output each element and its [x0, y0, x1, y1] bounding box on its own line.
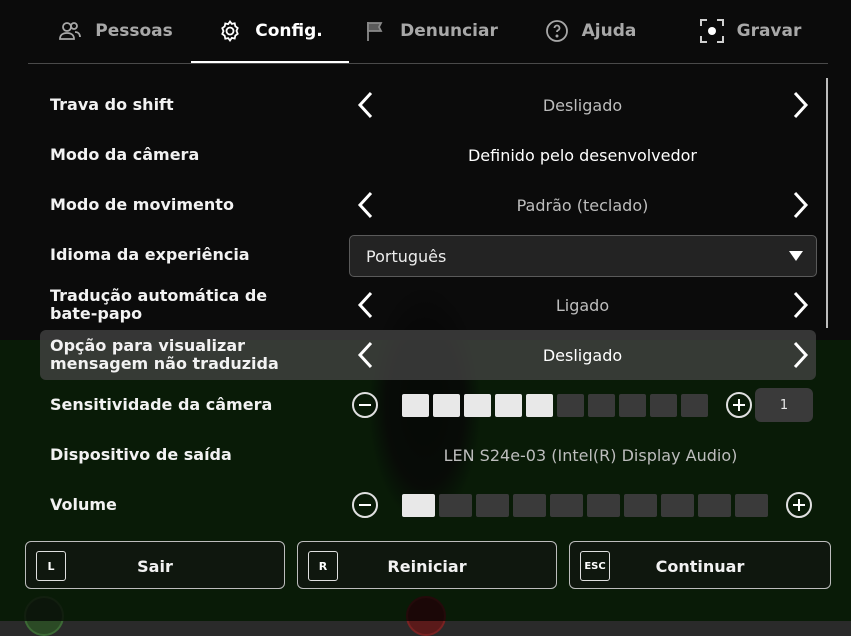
slider-segment[interactable]	[557, 394, 584, 417]
leave-label: Sair	[137, 556, 173, 576]
setting-label: Volume	[50, 495, 117, 514]
slider-segment[interactable]	[476, 494, 509, 517]
flag-icon	[362, 18, 388, 44]
tab-report[interactable]: Denunciar	[355, 0, 505, 62]
setting-value: Desligado	[542, 95, 623, 115]
chevron-left-icon[interactable]	[352, 340, 382, 370]
setting-label: Modo de movimento	[50, 195, 234, 214]
volume-slider[interactable]	[402, 494, 772, 517]
setting-shift-lock: Trava do shift Desligado	[28, 80, 818, 130]
slider-segment[interactable]	[495, 394, 522, 417]
tab-report-label: Denunciar	[400, 21, 498, 41]
sensitivity-slider[interactable]	[402, 394, 712, 417]
slider-segment[interactable]	[698, 494, 731, 517]
slider-segment[interactable]	[402, 494, 435, 517]
setting-camera-sensitivity: Sensitividade da câmera 1	[28, 380, 818, 430]
people-icon	[57, 18, 83, 44]
chevron-left-icon[interactable]	[352, 290, 382, 320]
setting-label: Modo da câmera	[50, 145, 200, 164]
language-selected: Português	[366, 246, 447, 266]
setting-label: Tradução automática de bate-papo	[50, 286, 268, 323]
setting-value: Ligado	[555, 295, 610, 315]
chevron-right-icon[interactable]	[784, 340, 814, 370]
tab-settings[interactable]: Config.	[191, 0, 349, 62]
sensitivity-value-box[interactable]: 1	[755, 388, 813, 422]
tab-bar: Pessoas Config. Denunciar Ajuda Gravar	[0, 0, 851, 64]
slider-segment[interactable]	[402, 394, 429, 417]
chevron-left-icon[interactable]	[352, 90, 382, 120]
slider-segment[interactable]	[624, 494, 657, 517]
reset-label: Reiniciar	[387, 556, 467, 576]
slider-segment[interactable]	[661, 494, 694, 517]
gear-icon	[217, 18, 243, 44]
tab-help[interactable]: Ajuda	[515, 0, 665, 62]
decrease-sensitivity-button[interactable]	[352, 392, 378, 418]
setting-value: Padrão (teclado)	[516, 195, 649, 215]
setting-camera-mode: Modo da câmera Definido pelo desenvolved…	[28, 130, 818, 180]
slider-segment[interactable]	[587, 494, 620, 517]
chevron-right-icon[interactable]	[784, 190, 814, 220]
increase-volume-button[interactable]	[786, 492, 812, 518]
setting-output-device: Dispositivo de saída LEN S24e-03 (Intel(…	[28, 430, 818, 480]
language-dropdown[interactable]: Português	[349, 235, 817, 277]
setting-value: Definido pelo desenvolvedor	[467, 145, 698, 165]
reset-button[interactable]: R Reiniciar	[297, 541, 557, 589]
setting-auto-translate: Tradução automática de bate-papo Ligado	[28, 280, 818, 330]
slider-segment[interactable]	[513, 494, 546, 517]
setting-movement-mode: Modo de movimento Padrão (teclado)	[28, 180, 818, 230]
scrollbar[interactable]	[826, 78, 828, 328]
slider-segment[interactable]	[526, 394, 553, 417]
slider-segment[interactable]	[735, 494, 768, 517]
resume-button[interactable]: ESC Continuar	[569, 541, 831, 589]
tab-people-label: Pessoas	[95, 21, 173, 41]
slider-segment[interactable]	[433, 394, 460, 417]
record-icon	[699, 18, 725, 44]
leave-button[interactable]: L Sair	[25, 541, 285, 589]
setting-label: Sensitividade da câmera	[50, 395, 273, 414]
slider-segment[interactable]	[464, 394, 491, 417]
setting-label: Dispositivo de saída	[50, 445, 232, 464]
slider-segment[interactable]	[588, 394, 615, 417]
caret-down-icon	[789, 251, 803, 261]
setting-label: Trava do shift	[50, 95, 174, 114]
resume-label: Continuar	[655, 556, 745, 576]
setting-label: Idioma da experiência	[50, 245, 250, 264]
decrease-volume-button[interactable]	[352, 492, 378, 518]
tab-people[interactable]: Pessoas	[40, 0, 190, 62]
tab-help-label: Ajuda	[581, 21, 637, 41]
slider-segment[interactable]	[439, 494, 472, 517]
setting-value[interactable]: LEN S24e-03 (Intel(R) Display Audio)	[388, 430, 793, 480]
chevron-left-icon[interactable]	[352, 190, 382, 220]
chevron-right-icon[interactable]	[784, 290, 814, 320]
help-icon	[544, 18, 570, 44]
slider-segment[interactable]	[550, 494, 583, 517]
tab-settings-label: Config.	[255, 21, 323, 41]
tab-record-label: Gravar	[736, 21, 802, 41]
slider-segment[interactable]	[619, 394, 646, 417]
tab-record[interactable]: Gravar	[690, 0, 810, 62]
slider-segment[interactable]	[681, 394, 708, 417]
setting-label: Opção para visualizar mensagem não tradu…	[50, 336, 279, 373]
setting-volume: Volume	[28, 480, 818, 530]
slider-segment[interactable]	[650, 394, 677, 417]
increase-sensitivity-button[interactable]	[726, 392, 752, 418]
setting-value: Desligado	[542, 345, 623, 365]
chevron-right-icon[interactable]	[784, 90, 814, 120]
tab-divider	[28, 63, 828, 64]
setting-untranslated-option: Opção para visualizar mensagem não tradu…	[40, 330, 816, 380]
